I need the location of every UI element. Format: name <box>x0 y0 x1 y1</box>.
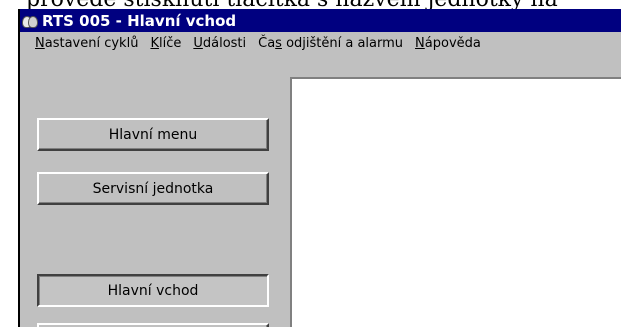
main-entrance-button[interactable]: Hlavní vchod <box>37 274 269 307</box>
menu-klice[interactable]: Klíče <box>144 36 187 51</box>
content-panel <box>290 77 621 327</box>
window-title: RTS 005 - Hlavní vchod <box>42 11 237 30</box>
service-unit-button[interactable]: Servisní jednotka <box>37 172 269 205</box>
menu-udalosti[interactable]: Události <box>187 36 252 51</box>
menu-bar: Nastavení cyklů Klíče Události Čas odjiš… <box>20 32 621 54</box>
main-menu-button[interactable]: Hlavní menu <box>37 118 269 151</box>
application-window: RTS 005 - Hlavní vchod Nastavení cyklů K… <box>18 9 621 327</box>
menu-cas-odjisteni-a-alarmu[interactable]: Čas odjištění a alarmu <box>252 36 409 51</box>
menu-napoveda[interactable]: Nápověda <box>409 36 487 51</box>
next-unit-button[interactable] <box>37 323 269 327</box>
menu-nastaveni-cyklu[interactable]: Nastavení cyklů <box>20 36 144 51</box>
title-bar[interactable]: RTS 005 - Hlavní vchod <box>20 9 621 32</box>
app-icon[interactable] <box>22 13 38 29</box>
